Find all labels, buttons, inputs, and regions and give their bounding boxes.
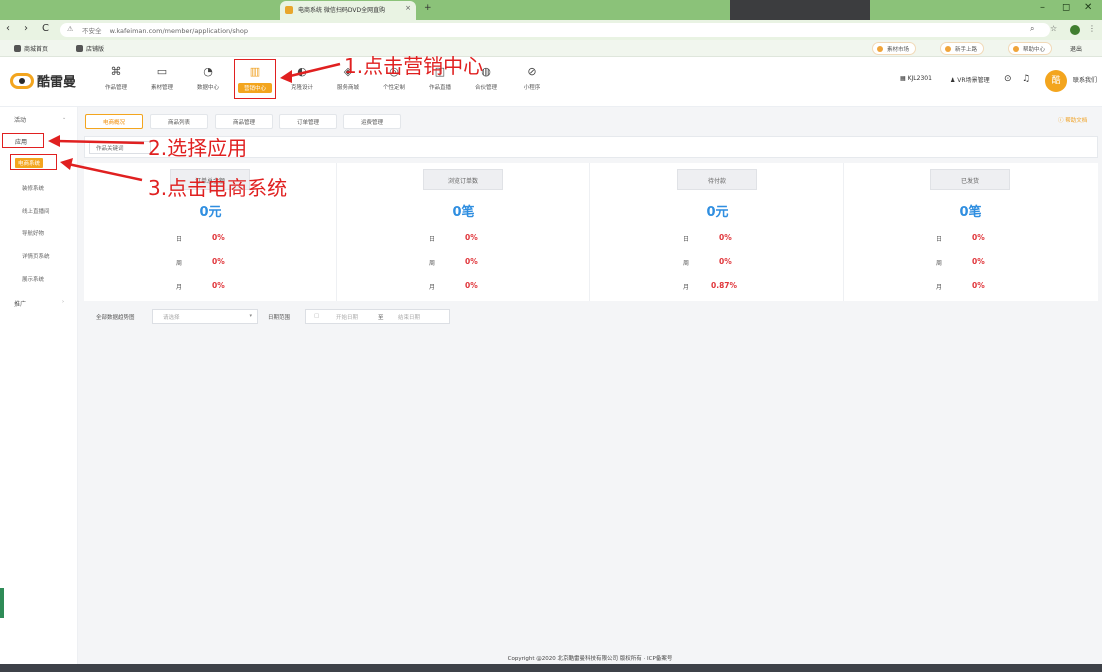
arrow-step3 xyxy=(67,162,143,182)
annotation-step1: 1.点击营销中心 xyxy=(344,54,484,78)
annotation-step3: 3.点击电商系统 xyxy=(148,176,288,200)
arrowhead-step1 xyxy=(280,70,292,83)
arrow-step2 xyxy=(55,139,145,145)
arrowhead-step2 xyxy=(48,135,60,147)
arrow-step1 xyxy=(285,62,341,79)
arrowhead-step3 xyxy=(60,158,73,170)
annotation-arrows xyxy=(48,62,341,182)
annotation-step2: 2.选择应用 xyxy=(148,136,248,160)
